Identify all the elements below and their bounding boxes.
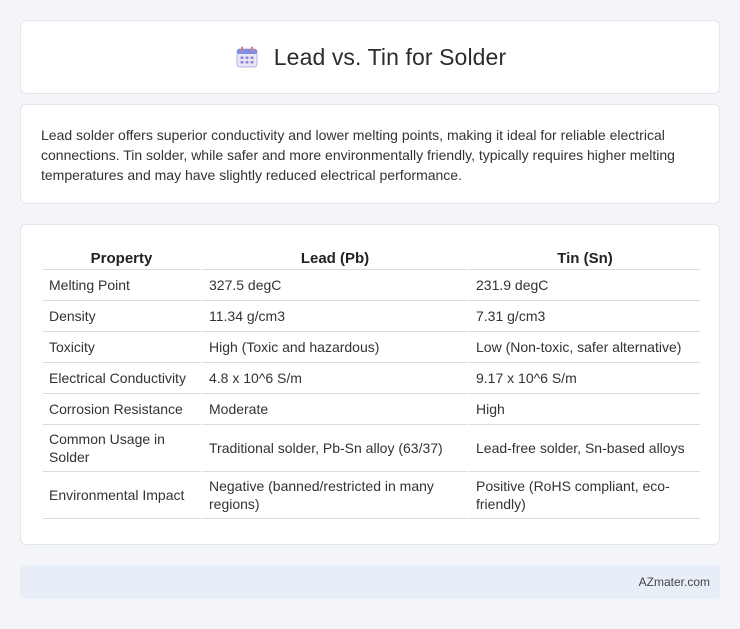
property-cell: Common Usage in Solder (43, 425, 203, 472)
calendar-icon (234, 44, 260, 70)
table-header-row: Property Lead (Pb) Tin (Sn) (43, 245, 700, 270)
table-row: Environmental Impact Negative (banned/re… (43, 472, 700, 519)
column-header-tin: Tin (Sn) (470, 245, 700, 270)
table-row: Melting Point 327.5 degC 231.9 degC (43, 270, 700, 301)
table-row: Common Usage in Solder Traditional solde… (43, 425, 700, 472)
tin-cell: High (470, 394, 700, 425)
tin-cell: 9.17 x 10^6 S/m (470, 363, 700, 394)
tin-cell: Positive (RoHS compliant, eco-friendly) (470, 472, 700, 519)
tin-cell: Lead-free solder, Sn-based alloys (470, 425, 700, 472)
property-cell: Environmental Impact (43, 472, 203, 519)
table-row: Density 11.34 g/cm3 7.31 g/cm3 (43, 301, 700, 332)
lead-cell: Negative (banned/restricted in many regi… (203, 472, 470, 519)
lead-cell: 327.5 degC (203, 270, 470, 301)
lead-cell: Moderate (203, 394, 470, 425)
lead-cell: Traditional solder, Pb-Sn alloy (63/37) (203, 425, 470, 472)
lead-cell: 11.34 g/cm3 (203, 301, 470, 332)
description-card: Lead solder offers superior conductivity… (20, 104, 720, 204)
page-title: Lead vs. Tin for Solder (273, 43, 507, 70)
lead-cell: 4.8 x 10^6 S/m (203, 363, 470, 394)
tin-cell: Low (Non-toxic, safer alternative) (470, 332, 700, 363)
title-card: Lead vs. Tin for Solder (20, 20, 720, 94)
tin-cell: 7.31 g/cm3 (470, 301, 700, 332)
property-cell: Density (43, 301, 203, 332)
comparison-table-card: Property Lead (Pb) Tin (Sn) Melting Poin… (20, 224, 720, 545)
lead-cell: High (Toxic and hazardous) (203, 332, 470, 363)
table-row: Corrosion Resistance Moderate High (43, 394, 700, 425)
property-cell: Toxicity (43, 332, 203, 363)
footer-source-link[interactable]: AZmater.com (639, 575, 710, 589)
property-cell: Electrical Conductivity (43, 363, 203, 394)
column-header-property: Property (43, 245, 203, 270)
description-text: Lead solder offers superior conductivity… (41, 127, 675, 183)
property-cell: Corrosion Resistance (43, 394, 203, 425)
tin-cell: 231.9 degC (470, 270, 700, 301)
table-row: Electrical Conductivity 4.8 x 10^6 S/m 9… (43, 363, 700, 394)
title-wrap: Lead vs. Tin for Solder (234, 44, 506, 71)
comparison-table: Property Lead (Pb) Tin (Sn) Melting Poin… (43, 245, 700, 519)
table-row: Toxicity High (Toxic and hazardous) Low … (43, 332, 700, 363)
footer-band: AZmater.com (20, 565, 720, 599)
column-header-lead: Lead (Pb) (203, 245, 470, 270)
property-cell: Melting Point (43, 270, 203, 301)
